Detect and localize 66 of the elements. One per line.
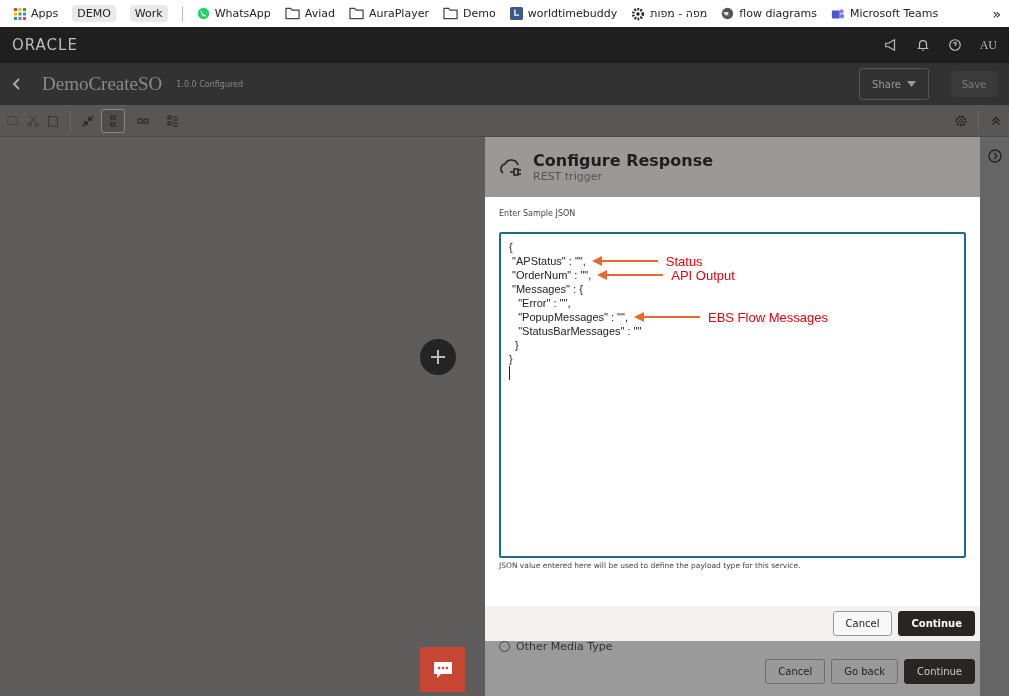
bookmark-link[interactable]: Aviad xyxy=(284,7,335,20)
back-icon[interactable] xyxy=(12,77,22,91)
bookmark-link[interactable]: Apps xyxy=(14,7,59,20)
bookmark-link[interactable]: AuraPlayer xyxy=(348,7,429,20)
radio-option[interactable]: Other Media Type xyxy=(499,641,975,651)
folder-icon xyxy=(442,7,458,20)
chat-bubble-icon xyxy=(196,7,210,20)
people-icon xyxy=(830,6,845,21)
annotation-arrow xyxy=(591,256,658,266)
code-line: } xyxy=(514,339,519,351)
annotation-arrow xyxy=(597,270,664,280)
clock-icon xyxy=(509,7,523,20)
code-line: "Error" : "", xyxy=(517,297,571,309)
folder-icon xyxy=(284,7,300,20)
code-line: "APStatus" : "", xyxy=(511,255,586,267)
integration-title: DemoCreateSO xyxy=(42,73,163,95)
megaphone-icon xyxy=(883,38,898,52)
code-line: "PopupMessages" : "", xyxy=(517,311,628,323)
bell-icon xyxy=(915,38,930,52)
brand-logo: ORACLE xyxy=(12,36,78,54)
cancel-button[interactable]: Cancel xyxy=(765,659,826,684)
code-line: "StatusBarMessages" : "" xyxy=(517,325,642,337)
more-bookmarks-button[interactable]: » xyxy=(992,5,1001,22)
bookmark-link[interactable]: worldtimebuddy xyxy=(509,7,618,20)
annotation-arrow xyxy=(633,312,700,322)
share-button[interactable]: Share xyxy=(859,68,929,100)
code-line: "OrderNum" : "", xyxy=(511,269,592,281)
panel-subtitle: REST trigger xyxy=(533,170,603,183)
code-line: } xyxy=(509,353,513,365)
folder-icon xyxy=(348,7,364,20)
cancel-button[interactable]: Cancel xyxy=(832,611,893,636)
bookmark-folder-chip[interactable]: DEMO xyxy=(72,5,116,22)
code-line: { xyxy=(509,241,513,253)
caret-icon xyxy=(906,81,916,87)
bookmark-link[interactable]: WhatsApp xyxy=(196,7,271,20)
continue-button[interactable]: Continue xyxy=(898,611,975,636)
apps-grid-icon xyxy=(14,7,26,20)
continue-button[interactable]: Continue xyxy=(904,659,975,684)
scissors-icon xyxy=(26,113,40,128)
help-icon xyxy=(947,38,962,52)
panel-title: Configure Response xyxy=(533,151,714,170)
gear-icon xyxy=(631,6,646,21)
expand-icon[interactable] xyxy=(987,149,1002,163)
select-icon xyxy=(6,113,20,128)
field-label: Enter Sample JSON xyxy=(499,209,577,218)
chat-icon xyxy=(431,660,454,679)
version-label: 1.0.0 Configured xyxy=(176,79,244,89)
collapse-icon xyxy=(81,113,95,128)
bookmark-folder-chip[interactable]: Work xyxy=(129,5,168,22)
annotation-label: Status xyxy=(665,253,703,269)
bookmark-link[interactable]: Demo xyxy=(442,7,496,20)
user-initials[interactable]: AU xyxy=(979,37,997,53)
bookmark-link[interactable]: flow diagrams xyxy=(721,7,817,20)
go-back-button[interactable]: Go back xyxy=(831,659,899,684)
bookmark-link[interactable]: מפה - מפות xyxy=(631,6,708,21)
vertical-layout-icon[interactable] xyxy=(101,108,125,133)
json-input-field[interactable]: { "APStatus" : "", Status "OrderNum" : "", API Output "Messages" : { "Error" : "", "PopupMessages" : "", EBS Flow Messages "StatusBarMessages" : "" } } xyxy=(499,232,966,558)
annotation-label: API Output xyxy=(671,267,735,283)
chat-button[interactable] xyxy=(420,647,465,692)
add-button[interactable] xyxy=(419,338,456,375)
settings-icon xyxy=(954,113,968,128)
annotation-label: EBS Flow Messages xyxy=(707,309,828,325)
clipboard-icon xyxy=(46,113,60,128)
bookmark-link[interactable]: Microsoft Teams xyxy=(830,6,939,21)
plus-icon xyxy=(429,348,446,365)
code-line: "Messages" : { xyxy=(511,283,583,295)
